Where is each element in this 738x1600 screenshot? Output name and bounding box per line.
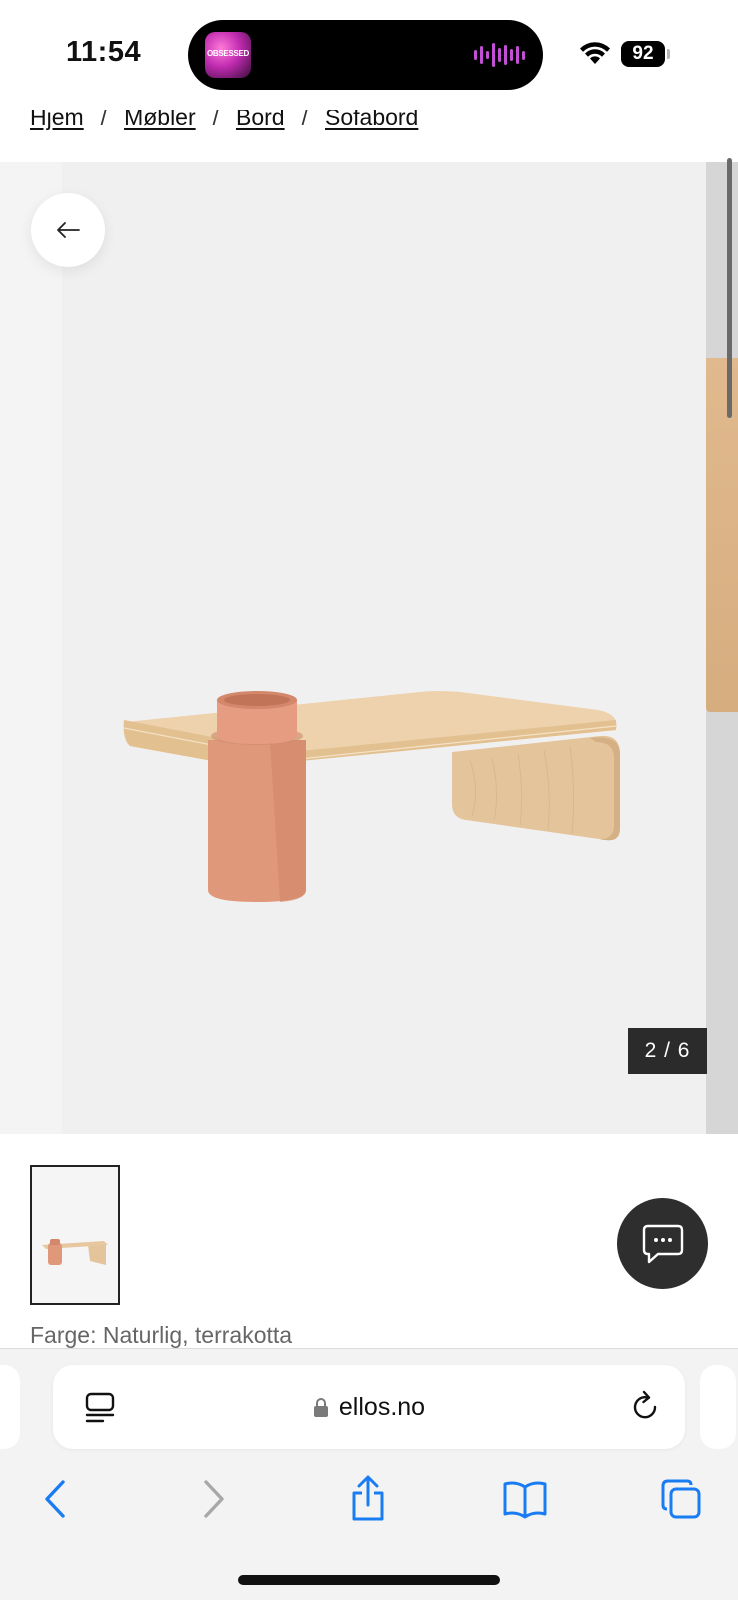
gallery-back-button[interactable] bbox=[31, 193, 105, 267]
lock-icon bbox=[313, 1398, 328, 1417]
dynamic-island[interactable]: OBSESSED bbox=[188, 20, 543, 90]
browser-bottom-bar: ellos.no bbox=[0, 1348, 738, 1600]
battery-level: 92 bbox=[621, 41, 665, 67]
home-indicator[interactable] bbox=[238, 1575, 500, 1585]
tabs-button[interactable] bbox=[657, 1475, 705, 1523]
next-tab-peek[interactable] bbox=[700, 1365, 736, 1449]
now-playing-art[interactable]: OBSESSED bbox=[205, 32, 251, 78]
audio-waveform-icon bbox=[474, 42, 525, 68]
thumbnail-image bbox=[32, 1167, 118, 1303]
battery-icon: 92 bbox=[621, 41, 670, 67]
status-time: 11:54 bbox=[66, 36, 142, 68]
product-gallery[interactable]: 2 / 6 bbox=[0, 162, 738, 1134]
product-image[interactable] bbox=[120, 680, 640, 920]
url-domain: ellos.no bbox=[338, 1392, 426, 1421]
chat-button[interactable] bbox=[617, 1198, 708, 1289]
reload-icon[interactable] bbox=[627, 1389, 663, 1425]
bookmarks-button[interactable] bbox=[501, 1475, 549, 1523]
chat-bubble-icon bbox=[642, 1224, 683, 1263]
address-bar[interactable]: ellos.no bbox=[53, 1365, 685, 1449]
previous-tab-peek[interactable] bbox=[0, 1365, 20, 1449]
share-icon bbox=[352, 1475, 384, 1521]
image-counter: 2 / 6 bbox=[628, 1028, 707, 1074]
next-image-peek[interactable] bbox=[706, 162, 738, 1134]
now-playing-art-text: OBSESSED bbox=[206, 49, 250, 58]
forward-button[interactable] bbox=[190, 1475, 238, 1523]
share-button[interactable] bbox=[344, 1475, 392, 1523]
url-display[interactable]: ellos.no bbox=[53, 1365, 685, 1449]
status-bar: 11:54 OBSESSED 92 bbox=[0, 0, 738, 110]
back-icon bbox=[45, 1480, 65, 1518]
gallery-thumbnail[interactable] bbox=[30, 1165, 120, 1305]
page-scrollbar[interactable] bbox=[727, 158, 732, 418]
arrow-left-icon bbox=[57, 222, 80, 238]
browser-toolbar bbox=[0, 1467, 738, 1531]
tabs-icon bbox=[661, 1479, 701, 1519]
back-button[interactable] bbox=[31, 1475, 79, 1523]
product-color: Farge: Naturlig, terrakotta bbox=[30, 1322, 293, 1348]
wifi-icon bbox=[580, 42, 610, 64]
bookmarks-icon bbox=[503, 1481, 547, 1519]
gallery-left-edge bbox=[0, 162, 62, 1134]
forward-icon bbox=[204, 1480, 224, 1518]
